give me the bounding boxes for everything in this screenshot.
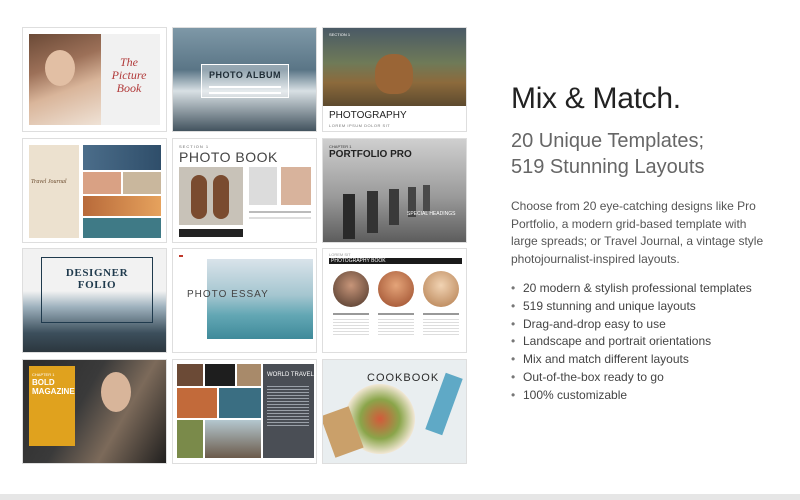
travel-journal-title: Travel Journal — [31, 179, 67, 185]
list-item: • Mix and match different layouts — [511, 352, 689, 367]
thumb-portfolio-pro: CHAPTER 1 PORTFOLIO PRO SPECIAL HEADINGS — [322, 138, 467, 243]
template-grid: The Picture Book PHOTO ALBUM SECTION 1 P… — [22, 27, 469, 464]
thumb-photo-essay: PHOTO ESSAY PHOTO ESSAY — [172, 248, 317, 353]
headline: Mix & Match. — [511, 82, 681, 115]
bottom-divider — [0, 494, 800, 500]
list-item: • Landscape and portrait orientations — [511, 334, 712, 349]
subhead-line-1: 20 Unique Templates; — [511, 130, 705, 152]
feature-list: • 20 modern & stylish professional templa… — [511, 280, 781, 405]
list-item: • Out-of-the-box ready to go — [511, 369, 664, 384]
photo-book-title: PHOTO BOOK — [179, 149, 278, 165]
shoes-photo — [179, 167, 243, 225]
subhead: 20 Unique Templates; 519 Stunning Layout… — [511, 128, 781, 180]
thumb-photo-book: SECTION 1 PHOTO BOOK — [172, 138, 317, 243]
photo-essay-title-overlay: PHOTO ESSAY — [187, 289, 269, 300]
thumb-photo-album: PHOTO ALBUM — [172, 27, 317, 132]
photography-sub: LOREM IPSUM DOLOR SIT — [329, 123, 391, 128]
list-item: • 20 modern & stylish professional templa… — [511, 281, 752, 295]
portfolio-pro-caption: SPECIAL HEADINGS — [407, 211, 456, 217]
thumb-cookbook: COOKBOOK — [322, 359, 467, 464]
photo-album-title: PHOTO ALBUM — [209, 70, 281, 80]
thumb-world-travel: WORLD TRAVEL — [172, 359, 317, 464]
thumb-picture-book: The Picture Book — [22, 27, 167, 132]
description: Choose from 20 eye-catching designs like… — [511, 199, 764, 266]
portfolio-pro-title: PORTFOLIO PRO — [329, 149, 412, 160]
designer-folio-title: DESIGNER FOLIO — [65, 267, 129, 291]
photography-section: SECTION 1 — [329, 32, 351, 37]
photography-title: PHOTOGRAPHY — [329, 110, 407, 121]
feature-copy: Mix & Match. 20 Unique Templates; 519 St… — [511, 82, 781, 405]
cookbook-title: COOKBOOK — [367, 372, 440, 384]
list-item: • 519 stunning and unique layouts — [511, 298, 696, 313]
thumb-photography-book: LOREM SIT PHOTOGRAPHY BOOK — [322, 248, 467, 353]
bold-magazine-title: BOLD MAGAZINE — [32, 378, 75, 396]
list-item: • Drag-and-drop easy to use — [511, 316, 666, 331]
list-item: • 100% customizable — [511, 387, 628, 402]
bold-magazine-chapter: CHAPTER 1 — [32, 372, 55, 377]
thumb-travel-journal: Travel Journal — [22, 138, 167, 243]
subhead-line-2: 519 Stunning Layouts — [511, 156, 705, 178]
world-travel-title: WORLD TRAVEL — [267, 372, 314, 378]
photography-book-title: PHOTOGRAPHY BOOK — [331, 258, 386, 264]
truck-photo — [83, 145, 161, 170]
thumb-bold-magazine: CHAPTER 1 BOLD MAGAZINE — [22, 359, 167, 464]
picture-book-title: The Picture Book — [111, 55, 147, 95]
thumb-designer-folio: DESIGNER FOLIO — [22, 248, 167, 353]
photography-book-kicker: LOREM SIT — [329, 252, 351, 257]
thumb-photography: SECTION 1 PHOTOGRAPHY LOREM IPSUM DOLOR … — [322, 27, 467, 132]
